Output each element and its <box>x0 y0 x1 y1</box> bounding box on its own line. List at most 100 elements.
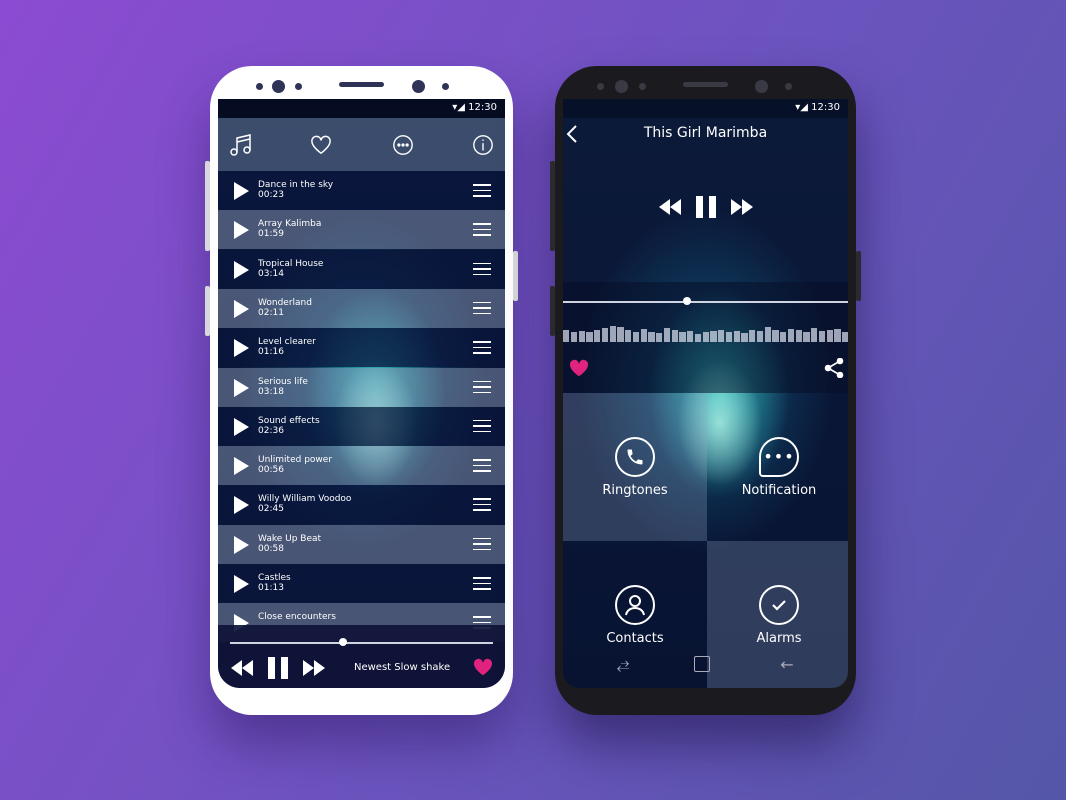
side-button <box>205 161 210 251</box>
tile-label: Notification <box>741 482 817 498</box>
song-title: Willy William Voodoo <box>258 494 352 505</box>
equalizer-bar <box>563 330 570 342</box>
song-row[interactable]: Unlimited power 00:56 <box>218 446 505 486</box>
equalizer-bar <box>764 327 771 342</box>
equalizer-bar <box>725 332 732 342</box>
phone-right: ▾◢ 12:30 This Girl Marimba Ringtones •••… <box>550 66 861 715</box>
phone-icon <box>615 436 655 477</box>
fast-forward-icon[interactable] <box>730 197 754 217</box>
list-menu-icon[interactable] <box>473 419 491 433</box>
song-duration: 03:18 <box>258 386 284 397</box>
song-title: Wonderland <box>258 297 312 308</box>
home-icon[interactable] <box>694 656 710 672</box>
equalizer-bar <box>570 332 577 342</box>
recent-apps-icon[interactable]: ⥄ <box>613 654 633 674</box>
play-icon[interactable] <box>234 457 249 476</box>
equalizer-bar <box>842 332 848 342</box>
status-bar: ▾◢ 12:30 <box>563 99 848 118</box>
song-row[interactable]: Wonderland 02:11 <box>218 288 505 328</box>
play-icon[interactable] <box>234 182 249 200</box>
list-menu-icon[interactable] <box>473 498 491 511</box>
song-row[interactable]: Willy William Voodoo 02:45 <box>218 485 505 525</box>
play-icon[interactable] <box>234 535 249 554</box>
song-row[interactable]: Tropical House 03:14 <box>218 249 505 289</box>
song-duration: 02:36 <box>258 425 284 436</box>
pause-icon[interactable] <box>266 656 290 680</box>
equalizer-bar <box>741 333 748 342</box>
tile-label: Ringtones <box>602 482 668 498</box>
tile-ringtones[interactable]: Ringtones <box>563 393 707 541</box>
list-menu-icon[interactable] <box>473 577 491 590</box>
song-title: Wake Up Beat <box>258 533 322 544</box>
song-row[interactable]: Castles 01:13 <box>218 564 505 603</box>
equalizer-bar <box>772 330 779 342</box>
song-title: Serious life <box>258 376 308 387</box>
play-icon[interactable] <box>234 260 249 279</box>
tile-contacts[interactable]: Contacts <box>563 541 707 688</box>
play-icon[interactable] <box>234 378 249 397</box>
progress-knob[interactable] <box>682 297 691 305</box>
list-menu-icon[interactable] <box>473 301 491 315</box>
song-row[interactable]: Dance in the sky 00:23 <box>218 171 505 210</box>
song-row[interactable]: Array Kalimba 01:59 <box>218 210 505 250</box>
song-title: Sound effects <box>258 415 320 426</box>
play-icon[interactable] <box>234 221 249 240</box>
info-icon[interactable] <box>470 132 496 158</box>
heart-icon[interactable] <box>308 132 334 158</box>
equalizer-bar <box>609 326 616 342</box>
front-camera <box>755 80 768 93</box>
progress-track[interactable] <box>230 642 493 644</box>
song-title: Dance in the sky <box>258 180 334 190</box>
clock: 12:30 <box>468 102 497 113</box>
progress-knob[interactable] <box>339 638 348 646</box>
play-icon[interactable] <box>234 496 249 515</box>
list-menu-icon[interactable] <box>473 380 491 394</box>
list-menu-icon[interactable] <box>473 537 491 551</box>
pause-icon[interactable] <box>694 195 718 219</box>
play-icon[interactable] <box>234 339 249 358</box>
song-row[interactable]: Serious life 03:18 <box>218 367 505 407</box>
rewind-icon[interactable] <box>658 197 682 217</box>
music-note-icon[interactable] <box>228 132 254 158</box>
favorite-heart-icon[interactable] <box>568 358 590 378</box>
nav-back-icon[interactable]: ← <box>777 654 797 674</box>
equalizer-bar <box>780 332 787 342</box>
song-title: Level clearer <box>258 337 316 348</box>
equalizer-bar <box>749 330 756 342</box>
equalizer-bar <box>756 331 763 342</box>
sensor <box>597 83 604 90</box>
play-icon[interactable] <box>234 417 249 436</box>
play-icon[interactable] <box>234 299 249 318</box>
equalizer-bar <box>826 330 833 342</box>
front-camera <box>272 80 285 93</box>
list-menu-icon[interactable] <box>473 341 491 354</box>
song-row[interactable]: Level clearer 01:16 <box>218 328 505 368</box>
phone-left: ▾◢ 12:30 Dance in the sky 00:23 Array Kal… <box>205 66 518 715</box>
more-icon[interactable] <box>390 132 416 158</box>
song-row[interactable]: Wake Up Beat 00:58 <box>218 524 505 564</box>
sensor <box>639 83 646 90</box>
list-menu-icon[interactable] <box>473 459 491 472</box>
song-row[interactable]: Sound effects 02:36 <box>218 406 505 446</box>
song-title: Castles <box>258 573 291 583</box>
progress-track[interactable] <box>563 301 848 303</box>
equalizer-bar <box>601 328 608 342</box>
fast-forward-icon[interactable] <box>302 658 326 678</box>
equalizer-bar <box>671 330 678 342</box>
play-icon[interactable] <box>234 575 249 593</box>
favorite-heart-icon[interactable] <box>472 657 494 677</box>
list-menu-icon[interactable] <box>473 223 491 236</box>
rewind-icon[interactable] <box>230 658 254 678</box>
list-menu-icon[interactable] <box>473 184 491 197</box>
equalizer-bar <box>702 332 709 342</box>
tile-notification[interactable]: ••• Notification <box>707 393 848 541</box>
equalizer-bar <box>694 334 701 342</box>
song-title: Tropical House <box>258 258 324 269</box>
list-menu-icon[interactable] <box>473 262 491 276</box>
share-icon[interactable] <box>823 357 845 379</box>
playlist-screen: ▾◢ 12:30 Dance in the sky 00:23 Array Kal… <box>218 99 505 688</box>
song-duration: 02:45 <box>258 504 284 515</box>
song-duration: 01:16 <box>258 347 284 358</box>
front-camera <box>412 80 425 93</box>
equalizer-bar <box>687 331 694 342</box>
